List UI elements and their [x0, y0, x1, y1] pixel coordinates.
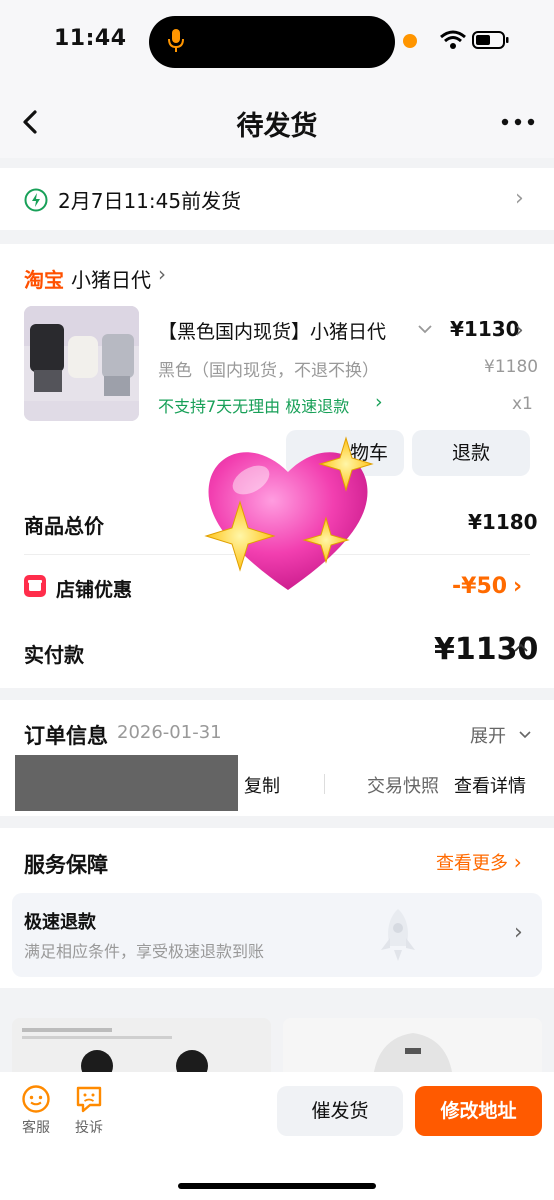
trade-snapshot-link[interactable]: 交易快照: [367, 772, 439, 798]
fast-refund-title: 极速退款: [24, 912, 96, 933]
copy-button[interactable]: 复制: [244, 772, 280, 798]
vertical-divider: [324, 774, 325, 794]
shipping-deadline-text: 2月7日11:45前发货: [58, 189, 242, 213]
page-title: 待发货: [236, 111, 318, 142]
service-tags[interactable]: 不支持7天无理由 极速退款: [158, 393, 349, 417]
total-label: 商品总价: [24, 514, 104, 538]
taobao-logo: 淘宝: [24, 268, 64, 292]
lightning-icon: [24, 188, 48, 212]
home-indicator: [178, 1183, 376, 1189]
expand-button[interactable]: 展开: [470, 722, 532, 748]
privacy-indicator: [403, 34, 417, 48]
fast-refund-chevron-icon: ›: [514, 920, 523, 945]
recommended-item[interactable]: [283, 1018, 542, 1078]
see-more-label: 查看更多: [436, 853, 508, 874]
product-image[interactable]: [24, 306, 139, 421]
original-price: ¥1180: [484, 357, 539, 377]
rocket-icon: [381, 909, 415, 961]
discount-value[interactable]: -¥50: [452, 574, 507, 599]
price-chevron-icon: ›: [515, 318, 524, 343]
discount-label: 店铺优惠: [56, 579, 133, 601]
chevron-right-icon: ›: [513, 850, 522, 874]
urge-shipping-button[interactable]: 催发货: [277, 1086, 403, 1136]
status-time: 11:44: [54, 26, 127, 51]
microphone-icon: [168, 29, 184, 52]
redacted-order-number: [15, 755, 238, 811]
chevron-down-icon[interactable]: [416, 320, 434, 338]
product-sku: 黑色（国内现货，不退不换）: [158, 361, 379, 381]
chevron-up-icon[interactable]: [513, 640, 529, 656]
product-price: ¥1130: [450, 317, 520, 341]
fast-refund-desc: 满足相应条件，享受极速退款到账: [24, 942, 265, 961]
wifi-icon: [440, 30, 466, 49]
customer-service-label[interactable]: 客服: [16, 1117, 56, 1137]
product-quantity: x1: [512, 394, 533, 414]
tags-chevron-icon: ›: [375, 391, 383, 413]
paid-label: 实付款: [24, 643, 84, 667]
recommended-item[interactable]: [12, 1018, 271, 1078]
expand-label: 展开: [470, 726, 506, 747]
battery-icon: [472, 31, 509, 49]
dynamic-island: [149, 16, 395, 68]
shop-name[interactable]: 小猪日代: [71, 264, 151, 293]
order-info-title: 订单信息: [24, 724, 108, 748]
service-title: 服务保障: [24, 853, 108, 877]
complaint-icon[interactable]: [74, 1084, 104, 1114]
complaint-label[interactable]: 投诉: [69, 1117, 109, 1137]
store-icon: [24, 575, 46, 597]
product-title[interactable]: 【黑色国内现货】小猪日代: [158, 317, 408, 344]
sparkling-heart-sticker: [204, 436, 374, 590]
total-value: ¥1180: [468, 510, 538, 534]
more-options-icon[interactable]: [500, 112, 536, 132]
refund-button[interactable]: 退款: [412, 430, 530, 476]
chevron-down-icon: [519, 731, 531, 739]
see-more-link[interactable]: 查看更多 ›: [436, 849, 522, 875]
chevron-right-icon: ›: [515, 186, 524, 211]
change-address-button[interactable]: 修改地址: [415, 1086, 542, 1136]
customer-service-icon[interactable]: [21, 1084, 51, 1114]
shop-chevron-icon: ›: [158, 262, 166, 286]
order-date: 2026-01-31: [117, 722, 222, 743]
discount-chevron-icon: ›: [513, 574, 523, 599]
view-details-link[interactable]: 查看详情: [454, 772, 526, 798]
fast-refund-item[interactable]: [12, 893, 542, 977]
